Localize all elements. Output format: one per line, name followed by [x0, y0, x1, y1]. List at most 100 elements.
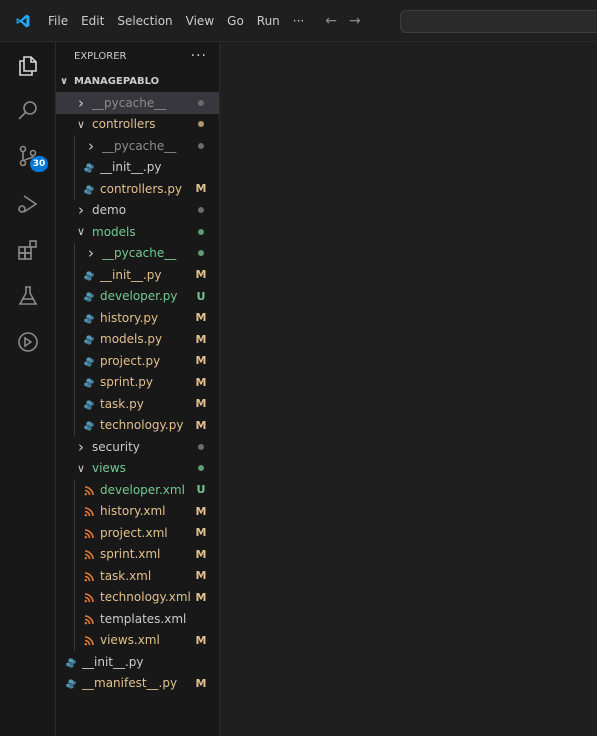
menu-item-more[interactable]: ··· [293, 0, 304, 42]
search-icon[interactable] [0, 88, 56, 132]
indent-guide [74, 264, 75, 286]
change-dot-icon [198, 99, 204, 106]
tree-folder[interactable]: › __pycache__ [56, 92, 219, 114]
tree-file[interactable]: task.py M [56, 393, 219, 415]
untracked-badge: U [196, 289, 206, 303]
python-file-icon [66, 657, 76, 668]
change-dot-icon [198, 228, 204, 235]
chevron-right-icon: › [78, 93, 84, 112]
indent-guide [74, 307, 75, 329]
menu-item-edit[interactable]: Edit [81, 0, 104, 42]
tree-file[interactable]: project.py M [56, 350, 219, 372]
chevron-down-icon: ∨ [76, 461, 86, 475]
tree-file[interactable]: sprint.xml M [56, 543, 219, 565]
chevron-right-icon: › [88, 244, 94, 263]
tree-file[interactable]: technology.py M [56, 414, 219, 436]
tree-file[interactable]: developer.xml U [56, 479, 219, 501]
indent-guide [74, 328, 75, 350]
vscode-logo-icon[interactable] [16, 14, 30, 28]
chevron-down-icon: ∨ [60, 75, 69, 87]
change-dot-icon [198, 443, 204, 450]
modified-badge: M [195, 526, 207, 540]
indent-guide [74, 156, 75, 178]
indent-guide [74, 135, 75, 157]
tree-file[interactable]: templates.xml [56, 608, 219, 630]
modified-badge: M [195, 375, 207, 389]
modified-badge: M [195, 182, 207, 196]
explorer-header: EXPLORER ··· [56, 42, 219, 70]
python-file-icon [84, 356, 94, 367]
indent-guide [74, 414, 75, 436]
tree-file[interactable]: developer.py U [56, 285, 219, 307]
python-file-icon [84, 184, 94, 195]
indent-guide [74, 285, 75, 307]
arrow-left-icon[interactable]: ← [325, 13, 337, 29]
tree-item-label: templates.xml [100, 611, 187, 626]
tree-file[interactable]: project.xml M [56, 522, 219, 544]
xml-file-icon [84, 592, 94, 603]
menu-item-file[interactable]: File [48, 0, 68, 42]
tree-file[interactable]: __init__.py [56, 156, 219, 178]
more-actions-icon[interactable]: ··· [191, 48, 207, 64]
menu-item-run[interactable]: Run [257, 0, 280, 42]
tree-folder[interactable]: › __pycache__ [56, 135, 219, 157]
chevron-down-icon: ∨ [76, 117, 86, 131]
indent-guide [74, 608, 75, 630]
activity-bar: 30 [0, 42, 56, 736]
modified-badge: M [195, 676, 207, 690]
explorer-sidebar: EXPLORER ··· ∨ MANAGEPABLO › __pycache__ ∨… [56, 42, 220, 736]
python-file-icon [84, 291, 94, 302]
menu-item-view[interactable]: View [186, 0, 214, 42]
modified-badge: M [195, 633, 207, 647]
tree-file[interactable]: __init__.py [56, 651, 219, 673]
menu-item-selection[interactable]: Selection [117, 0, 172, 42]
tree-file[interactable]: views.xml M [56, 629, 219, 651]
chevron-right-icon: › [78, 201, 84, 220]
untracked-badge: U [196, 483, 206, 497]
python-file-icon [84, 270, 94, 281]
extensions-icon[interactable] [0, 228, 56, 272]
tree-folder[interactable]: › __pycache__ [56, 242, 219, 264]
modified-badge: M [195, 268, 207, 282]
source-control-icon[interactable]: 30 [0, 134, 56, 178]
tree-folder[interactable]: › security [56, 436, 219, 458]
chevron-right-icon: › [88, 136, 94, 155]
modified-badge: M [195, 569, 207, 583]
testing-icon[interactable] [0, 274, 56, 318]
tree-file[interactable]: sprint.py M [56, 371, 219, 393]
tree-folder[interactable]: ∨ views [56, 458, 219, 480]
remote-explorer-icon[interactable] [0, 320, 56, 364]
tree-file[interactable]: models.py M [56, 328, 219, 350]
run-debug-icon[interactable] [0, 182, 56, 226]
change-dot-icon [198, 142, 204, 149]
xml-file-icon [84, 528, 94, 539]
menu-item-go[interactable]: Go [227, 0, 244, 42]
python-file-icon [84, 162, 94, 173]
source-control-badge: 30 [30, 156, 48, 172]
tree-file[interactable]: history.xml M [56, 500, 219, 522]
arrow-right-icon[interactable]: → [349, 13, 361, 29]
tree-folder[interactable]: ∨ controllers [56, 114, 219, 136]
tree-file[interactable]: __manifest__.py M [56, 673, 219, 695]
tree-folder[interactable]: › demo [56, 200, 219, 222]
python-file-icon [84, 420, 94, 431]
xml-file-icon [84, 485, 94, 496]
editor-area [220, 42, 597, 736]
tree-file[interactable]: technology.xml M [56, 586, 219, 608]
workspace-root-folder[interactable]: ∨ MANAGEPABLO [56, 70, 219, 92]
modified-badge: M [195, 332, 207, 346]
python-file-icon [84, 334, 94, 345]
tree-folder[interactable]: ∨ models [56, 221, 219, 243]
command-center-search[interactable] [400, 10, 597, 33]
navigation-arrows: ← → [325, 13, 372, 29]
modified-badge: M [195, 397, 207, 411]
indent-guide [74, 350, 75, 372]
tree-file[interactable]: controllers.py M [56, 178, 219, 200]
tree-file[interactable]: __init__.py M [56, 264, 219, 286]
indent-guide [74, 543, 75, 565]
explorer-icon[interactable] [0, 44, 56, 88]
tree-item-label: __init__.py [82, 654, 144, 669]
modified-badge: M [195, 311, 207, 325]
tree-file[interactable]: history.py M [56, 307, 219, 329]
tree-file[interactable]: task.xml M [56, 565, 219, 587]
